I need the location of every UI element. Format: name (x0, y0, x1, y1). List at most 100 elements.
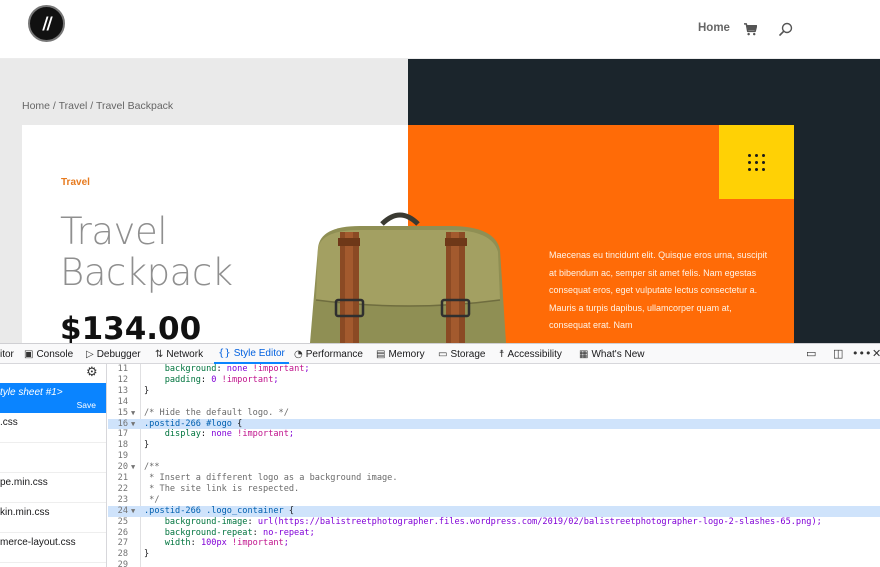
tab-network[interactable]: ⇅ Network (155, 344, 203, 364)
code-line[interactable]: 22 * The site link is respected. (108, 484, 880, 495)
line-number: 23 (117, 494, 128, 505)
search-icon[interactable] (779, 22, 793, 36)
code-line[interactable]: 21 * Insert a different logo as a backgr… (108, 473, 880, 484)
console-icon: ▣ (24, 348, 34, 360)
tab-label: Performance (305, 348, 363, 360)
code-line[interactable]: 20 ▼ /** (108, 462, 880, 473)
code-line[interactable]: 25 background-image: url(https://balistr… (108, 517, 880, 528)
line-number: 25 (117, 516, 128, 527)
code-line[interactable]: 28} (108, 549, 880, 560)
code-text: * The site link is respected. (144, 483, 300, 494)
code-text: background: none !important; (144, 364, 310, 374)
fold-arrow-icon[interactable]: ▼ (131, 462, 135, 473)
tab-label: Style Editor (233, 347, 285, 359)
breadcrumb: Home / Travel / Travel Backpack (22, 100, 173, 112)
line-number: 19 (117, 451, 128, 462)
tab-performance[interactable]: ◔ Performance (294, 344, 363, 364)
code-text: /** (144, 462, 160, 473)
code-text: /* Hide the default logo. */ (144, 407, 289, 418)
site-logo[interactable]: // (28, 5, 65, 42)
code-line[interactable]: 26 background-repeat: no-repeat; (108, 528, 880, 539)
code-text: } (144, 385, 150, 396)
line-number: 14 (117, 396, 128, 407)
tab-label: Memory (388, 348, 425, 360)
code-line[interactable]: 12 padding: 0 !important; (108, 375, 880, 386)
stylesheet-item-selected[interactable]: tyle sheet #1> Save (0, 383, 106, 413)
stylesheet-item[interactable] (0, 443, 106, 473)
code-line[interactable]: 15 ▼ /* Hide the default logo. */ (108, 408, 880, 419)
code-line[interactable]: 13} (108, 386, 880, 397)
product-title: Travel Backpack (60, 211, 300, 293)
code-text: padding: 0 !important; (144, 374, 279, 385)
line-number: 12 (117, 374, 128, 385)
line-number: 27 (117, 538, 128, 549)
breadcrumb-separator: / (50, 100, 59, 112)
product-category[interactable]: Travel (61, 177, 90, 188)
memory-icon: ▤ (376, 348, 386, 360)
code-line[interactable]: 29 (108, 560, 880, 567)
code-line[interactable]: 17 display: none !important; (108, 429, 880, 440)
tab-style-editor[interactable]: {} Style Editor (214, 344, 289, 364)
code-line[interactable]: 18} (108, 440, 880, 451)
code-text: } (144, 440, 150, 451)
code-line[interactable]: 27 width: 100px !important; (108, 538, 880, 549)
stylesheet-item[interactable]: pe.min.css (0, 473, 106, 503)
fold-arrow-icon[interactable]: ▼ (131, 506, 135, 517)
tab-label: What's New (591, 348, 645, 360)
stylesheet-name: tyle sheet #1> (0, 387, 63, 398)
nav-home-link[interactable]: Home (698, 22, 730, 34)
gear-icon[interactable]: ⚙ (86, 365, 98, 380)
product-description: Maecenas eu tincidunt elit. Quisque eros… (549, 250, 768, 330)
grid-dots-icon[interactable] (748, 154, 765, 171)
breadcrumb-home[interactable]: Home (22, 100, 50, 112)
stylesheet-item[interactable]: .css (0, 413, 106, 443)
code-text: background-image: url(https://balistreet… (144, 516, 822, 527)
code-line[interactable]: 16 ▼ .postid-266 #logo { (108, 418, 880, 430)
product-title-line: Backpack (60, 251, 233, 294)
line-number: 17 (117, 429, 128, 440)
fold-arrow-icon[interactable]: ▼ (131, 408, 135, 419)
code-editor[interactable]: 11 background: none !important; 12 paddin… (108, 364, 880, 567)
site-header: // Home (0, 0, 880, 59)
stylesheet-item[interactable]: kin.min.css (0, 503, 106, 533)
cart-icon[interactable] (744, 23, 757, 36)
save-link[interactable]: Save (77, 400, 96, 410)
tab-accessibility[interactable]: ☨ Accessibility (499, 344, 562, 364)
line-number: 22 (117, 483, 128, 494)
code-text: width: 100px !important; (144, 538, 289, 549)
dock-icon[interactable]: ◫ (833, 347, 843, 360)
close-icon[interactable]: ✕ (872, 347, 880, 360)
accessibility-icon: ☨ (499, 348, 505, 360)
line-number: 18 (117, 440, 128, 451)
code-line[interactable]: 11 background: none !important; (108, 364, 880, 375)
tab-storage[interactable]: ▭ Storage (438, 344, 485, 364)
breadcrumb-separator: / (87, 100, 96, 112)
responsive-icon[interactable]: ▭ (806, 347, 816, 360)
tab-label: Console (36, 348, 74, 360)
code-line[interactable]: 24 ▼ .postid-266 .logo_container { (108, 505, 880, 517)
breadcrumb-current: Travel Backpack (95, 100, 174, 112)
stylesheet-item[interactable]: merce-layout.css (0, 533, 106, 563)
code-line[interactable]: 23 */ (108, 495, 880, 506)
code-line[interactable]: 19 (108, 451, 880, 462)
tab-console[interactable]: ▣ Console (24, 344, 73, 364)
braces-icon: {} (218, 347, 231, 359)
breadcrumb-travel[interactable]: Travel (59, 100, 88, 112)
stylesheet-list: ⚙ tyle sheet #1> Save .css pe.min.css ki… (0, 364, 107, 567)
tab-debugger[interactable]: ▷ Debugger (86, 344, 141, 364)
line-number: 13 (117, 385, 128, 396)
devtools-toolbar: itor ▣ Console ▷ Debugger ⇅ Network {} S… (0, 343, 880, 364)
line-number: 20 (117, 462, 128, 473)
tab-inspector[interactable]: itor (0, 344, 14, 364)
fold-arrow-icon[interactable]: ▼ (131, 419, 135, 430)
debugger-icon: ▷ (86, 348, 94, 360)
line-number: 21 (117, 473, 128, 483)
stylesheet-name: .css (0, 417, 18, 428)
more-icon[interactable]: ••• (852, 347, 871, 360)
tab-whats-new[interactable]: ▦ What's New (579, 344, 645, 364)
line-number: 26 (117, 527, 128, 538)
tab-memory[interactable]: ▤ Memory (376, 344, 425, 364)
network-icon: ⇅ (155, 348, 164, 360)
code-line[interactable]: 14 (108, 397, 880, 408)
code-text: display: none !important; (144, 429, 295, 440)
